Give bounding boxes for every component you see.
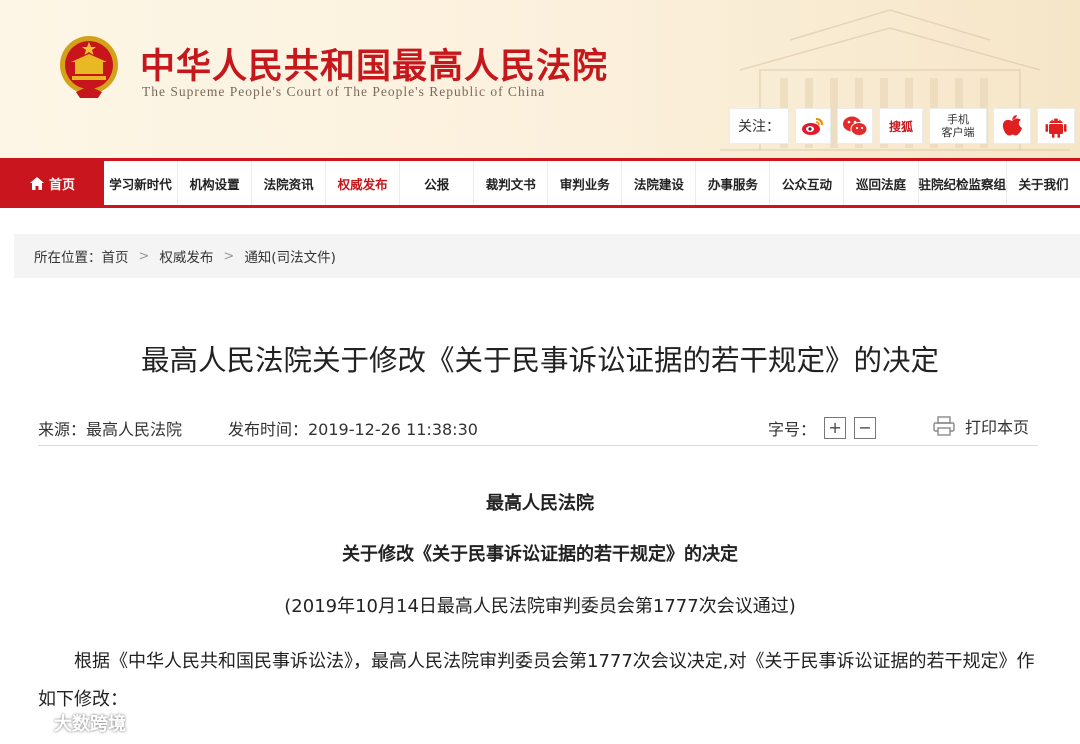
breadcrumb-authoritative-release[interactable]: 权威发布 <box>159 246 213 266</box>
font-size-label: 字号： <box>768 420 817 439</box>
wechat-icon <box>843 116 868 136</box>
nav-item-circuit-courts[interactable]: 巡回法庭 <box>844 161 919 205</box>
chevron-right-icon: > <box>223 248 235 264</box>
breadcrumb-prefix: 所在位置： <box>34 250 102 266</box>
font-size-control: 字号： + − <box>768 416 877 440</box>
article-source: 来源：最高人民法院 <box>38 420 183 439</box>
wechat-button[interactable] <box>837 108 873 144</box>
weibo-icon <box>802 118 823 135</box>
nav-item-gazette[interactable]: 公报 <box>400 161 475 205</box>
nav-item-organization[interactable]: 机构设置 <box>178 161 253 205</box>
print-label: 打印本页 <box>965 418 1030 437</box>
nav-item-trial-business[interactable]: 审判业务 <box>548 161 623 205</box>
nav-item-news[interactable]: 法院资讯 <box>252 161 327 205</box>
mobile-client-button[interactable]: 手机 客户端 <box>929 108 987 144</box>
main-nav: 首页 学习新时代 机构设置 法院资讯 权威发布 公报 裁判文书 审判业务 法院建… <box>0 158 1080 208</box>
site-subtitle: The Supreme People's Court of The People… <box>142 84 546 99</box>
nav-item-discipline-inspection[interactable]: 驻院纪检监察组 <box>919 161 1008 205</box>
nav-home[interactable]: 首页 <box>0 158 104 208</box>
article-meta: 来源：最高人民法院 发布时间：2019-12-26 11:38:30 字号： +… <box>38 410 1038 446</box>
nav-item-about-us[interactable]: 关于我们 <box>1007 161 1080 205</box>
nav-item-court-building[interactable]: 法院建设 <box>622 161 697 205</box>
nav-item-study[interactable]: 学习新时代 <box>104 161 179 205</box>
weibo-button[interactable] <box>795 108 831 144</box>
nav-item-public-interaction[interactable]: 公众互动 <box>770 161 845 205</box>
site-title[interactable]: 中华人民共和国最高人民法院 <box>140 38 608 89</box>
breadcrumb-notices[interactable]: 通知(司法文件) <box>244 246 336 266</box>
apple-icon <box>1002 115 1022 136</box>
nav-home-label: 首页 <box>48 177 75 193</box>
android-app-button[interactable] <box>1037 108 1075 144</box>
breadcrumb: 所在位置： 首页 > 权威发布 > 通知(司法文件) <box>14 234 1080 278</box>
sohu-button[interactable]: 搜狐 <box>879 108 923 144</box>
printer-icon <box>933 416 955 436</box>
nav-item-judgments[interactable]: 裁判文书 <box>474 161 549 205</box>
article-publish-time: 发布时间：2019-12-26 11:38:30 <box>228 420 478 439</box>
ios-app-button[interactable] <box>993 108 1031 144</box>
nav-item-services[interactable]: 办事服务 <box>696 161 771 205</box>
home-icon <box>29 176 44 190</box>
national-emblem-icon <box>60 36 118 98</box>
follow-bar: 关注： 搜狐 手机 客户端 <box>729 108 1075 144</box>
watermark-logo-icon <box>8 714 50 731</box>
body-adoption-note: (2019年10月14日最高人民法院审判委员会第1777次会议通过) <box>284 596 796 617</box>
body-heading-decision: 关于修改《关于民事诉讼证据的若干规定》的决定 <box>342 544 738 565</box>
font-increase-button[interactable]: + <box>824 417 847 439</box>
print-button[interactable]: 打印本页 <box>933 414 1029 438</box>
mobile-label-line1: 手机 <box>947 113 969 126</box>
follow-label: 关注： <box>729 108 789 144</box>
breadcrumb-home[interactable]: 首页 <box>102 246 129 266</box>
watermark: 大数跨境 <box>6 710 126 736</box>
chevron-right-icon: > <box>138 248 150 264</box>
watermark-text: 大数跨境 <box>54 714 126 735</box>
article-title: 最高人民法院关于修改《关于民事诉讼证据的若干规定》的决定 <box>140 344 939 377</box>
nav-item-authoritative-release[interactable]: 权威发布 <box>326 161 401 205</box>
font-decrease-button[interactable]: − <box>854 417 877 439</box>
site-header: 中华人民共和国最高人民法院 The Supreme People's Court… <box>0 0 1080 158</box>
mobile-label-line2: 客户端 <box>941 126 975 139</box>
body-heading-court: 最高人民法院 <box>486 493 594 514</box>
body-paragraph: 根据《中华人民共和国民事诉讼法》，最高人民法院审判委员会第1777次会议决定,对… <box>38 651 1035 710</box>
android-icon <box>1045 118 1067 138</box>
